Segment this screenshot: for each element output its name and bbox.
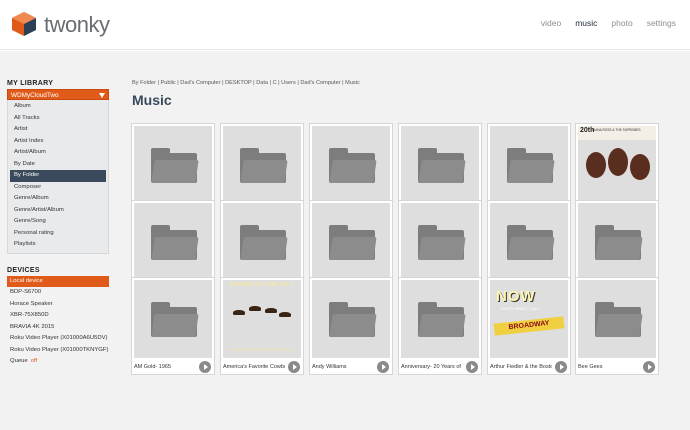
- media-tile[interactable]: Bee Gees: [575, 277, 659, 375]
- device-item[interactable]: BRAVIA 4K 2015: [7, 322, 109, 334]
- folder-icon: [134, 280, 212, 358]
- library-server-value: WDMyCloudTwo: [11, 92, 59, 99]
- tile-label: Arthur Fiedler & the Boston: [490, 364, 552, 370]
- folder-icon: [578, 203, 656, 281]
- cover-title: RIDERS IN THE SKY: [230, 282, 294, 288]
- library-view-list: Album All Tracks Artist Artist Index Artist/…: [7, 100, 109, 254]
- media-tile[interactable]: Anniversary- 20 Years of: [398, 277, 482, 375]
- sidebar-item-playlists[interactable]: Playlists: [8, 239, 108, 251]
- cover-banner: BROADWAY: [493, 316, 565, 336]
- folder-icon: [312, 280, 390, 358]
- breadcrumb[interactable]: By Folder | Public | Dad's Computer | DE…: [132, 80, 360, 86]
- play-icon[interactable]: [643, 361, 655, 373]
- sidebar-item-artist-album[interactable]: Artist/Album: [8, 147, 108, 159]
- nav-music[interactable]: music: [575, 18, 597, 28]
- folder-icon: [134, 126, 212, 204]
- play-icon[interactable]: [377, 361, 389, 373]
- device-item[interactable]: Roku Video Player (X01000TKNYGF): [7, 345, 109, 357]
- play-icon[interactable]: [555, 361, 567, 373]
- nav-photo[interactable]: photo: [611, 18, 632, 28]
- sidebar-item-personal-rating[interactable]: Personal rating: [8, 228, 108, 240]
- album-cover: 20th DIANA ROSS & THE SUPREMES: [578, 126, 656, 204]
- twonky-logo[interactable]: twonky: [8, 8, 118, 40]
- queue-state[interactable]: off: [31, 358, 37, 364]
- tile-label: AM Gold- 1965: [134, 364, 171, 370]
- cover-subtitle: THAT'S WHAT I CALL: [500, 306, 540, 311]
- app-header: twonky video music photo settings: [0, 0, 690, 50]
- chevron-down-icon: [99, 93, 105, 98]
- media-tile[interactable]: Andy Williams: [309, 277, 393, 375]
- nav-settings[interactable]: settings: [647, 18, 676, 28]
- device-item[interactable]: Local device: [7, 275, 109, 287]
- sidebar-item-genre-artist-album[interactable]: Genre/Artist/Album: [8, 205, 108, 217]
- tile-label: America's Favorite Cowboy: [223, 364, 285, 370]
- twonky-logo-icon: [12, 12, 36, 36]
- device-item[interactable]: XBR-75X850D: [7, 310, 109, 322]
- device-item[interactable]: Horace Speaker: [7, 299, 109, 311]
- device-item[interactable]: BDP-S6700: [7, 287, 109, 299]
- sidebar-item-album[interactable]: Album: [8, 101, 108, 113]
- folder-icon: [401, 280, 479, 358]
- nav-video[interactable]: video: [541, 18, 561, 28]
- album-cover: RIDERS IN THE SKY AMERICA'S FAVORITE COWB…: [223, 280, 301, 358]
- folder-icon: [401, 126, 479, 204]
- folder-icon: [223, 203, 301, 281]
- library-server-select[interactable]: WDMyCloudTwo: [7, 89, 109, 100]
- sidebar: MY LIBRARY WDMyCloudTwo Album All Tracks A…: [7, 80, 109, 368]
- folder-icon: [490, 126, 568, 204]
- sidebar-item-genre-album[interactable]: Genre/Album: [8, 193, 108, 205]
- queue-toggle[interactable]: Queue off: [7, 356, 109, 368]
- cover-title: NOW: [496, 288, 536, 305]
- cover-subtitle: AMERICA'S FAVORITE COWBOY SONGS: [231, 348, 293, 352]
- folder-icon: [134, 203, 212, 281]
- sidebar-item-composer[interactable]: Composer: [8, 182, 108, 194]
- folder-icon: [312, 203, 390, 281]
- tile-label: Bee Gees: [578, 364, 603, 370]
- play-icon[interactable]: [288, 361, 300, 373]
- media-tile[interactable]: NOW THAT'S WHAT I CALL BROADWAY Arthur Fied…: [487, 277, 571, 375]
- folder-icon: [312, 126, 390, 204]
- sidebar-item-by-folder[interactable]: By Folder: [10, 170, 106, 182]
- tile-label: Andy Williams: [312, 364, 347, 370]
- play-icon[interactable]: [466, 361, 478, 373]
- album-cover: NOW THAT'S WHAT I CALL BROADWAY: [490, 280, 568, 358]
- folder-icon: [223, 126, 301, 204]
- queue-label: Queue: [10, 358, 28, 364]
- devices-heading: DEVICES: [7, 266, 40, 274]
- sidebar-item-all-tracks[interactable]: All Tracks: [8, 113, 108, 125]
- sidebar-item-by-date[interactable]: By Date: [8, 159, 108, 171]
- folder-icon: [578, 280, 656, 358]
- logo-text: twonky: [44, 12, 110, 37]
- sidebar-item-genre-song[interactable]: Genre/Song: [8, 216, 108, 228]
- device-list: Local device BDP-S6700 Horace Speaker XBR-7…: [7, 275, 109, 357]
- media-tile[interactable]: AM Gold- 1965: [131, 277, 215, 375]
- play-icon[interactable]: [199, 361, 211, 373]
- device-item[interactable]: Roku Video Player (X01000A6U5DV): [7, 333, 109, 345]
- media-tile[interactable]: RIDERS IN THE SKY AMERICA'S FAVORITE COWB…: [220, 277, 304, 375]
- sidebar-item-artist[interactable]: Artist: [8, 124, 108, 136]
- sidebar-item-artist-index[interactable]: Artist Index: [8, 136, 108, 148]
- page-title: Music: [132, 92, 172, 108]
- tile-label: Anniversary- 20 Years of: [401, 364, 461, 370]
- library-heading: MY LIBRARY: [7, 80, 54, 87]
- cover-title: DIANA ROSS & THE SUPREMES: [592, 128, 641, 132]
- folder-icon: [490, 203, 568, 281]
- folder-icon: [401, 203, 479, 281]
- top-nav: video music photo settings: [527, 18, 676, 28]
